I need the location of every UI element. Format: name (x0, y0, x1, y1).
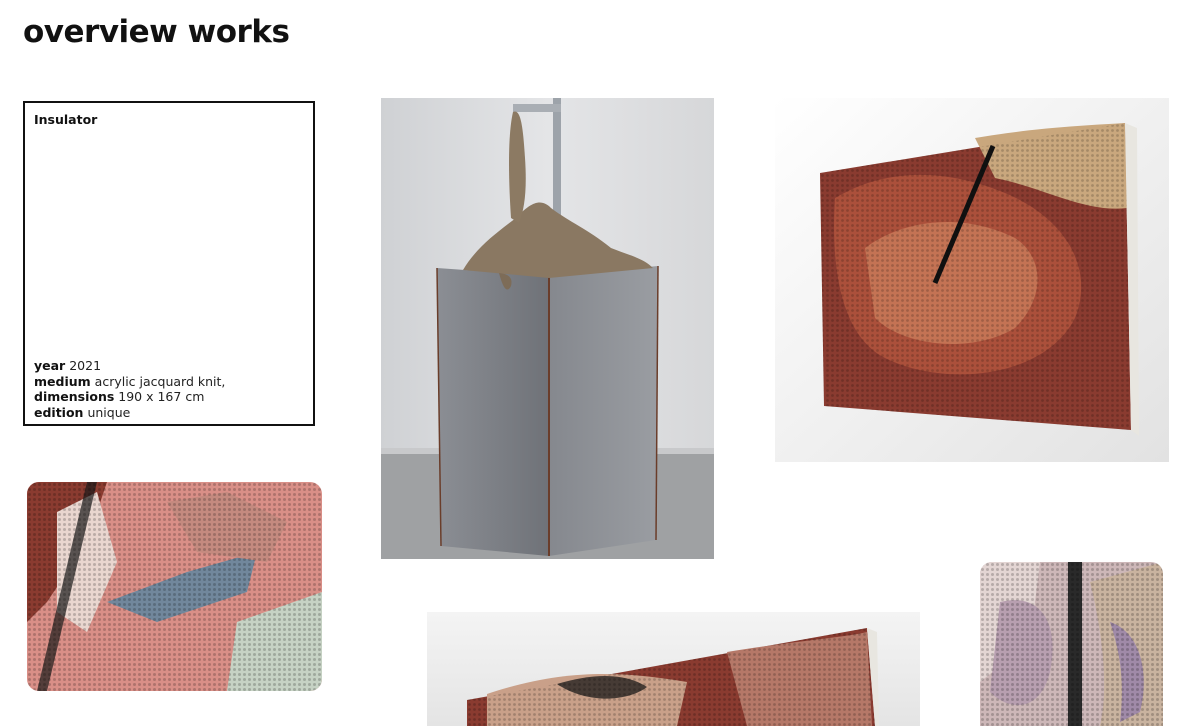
work-title: Insulator (34, 112, 98, 127)
artwork-knit-detail-2-image[interactable] (980, 562, 1163, 726)
detail-medium: medium acrylic jacquard knit, (34, 373, 226, 389)
artwork-sculpture-image[interactable] (381, 98, 714, 559)
detail-edition: edition unique (34, 404, 131, 420)
detail-dimensions: dimensions 190 x 167 cm (34, 389, 205, 404)
detail-year: year 2021 (34, 358, 102, 373)
artwork-knit-panel-2-image[interactable] (427, 612, 920, 726)
page-title: overview works (23, 14, 290, 50)
work-details: year 2021 medium acrylic jacquard knit, … (34, 358, 225, 420)
work-info-card: Insulator year 2021 medium acrylic jacqu… (23, 101, 315, 426)
artwork-knit-panel-image[interactable] (775, 98, 1169, 462)
artwork-knit-detail-image[interactable] (27, 482, 322, 691)
